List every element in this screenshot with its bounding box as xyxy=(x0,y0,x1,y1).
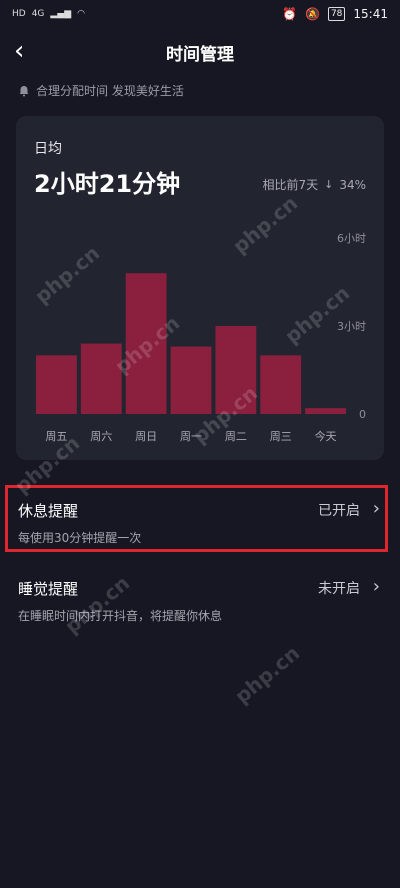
network-badge: 4G xyxy=(31,9,45,19)
x-tick-label: 今天 xyxy=(315,429,337,443)
wifi-icon: ◠ xyxy=(77,9,86,19)
avg-value: 2小时21分钟 xyxy=(34,170,181,198)
compare-label: 相比前7天 xyxy=(262,178,319,192)
bell-icon xyxy=(19,85,29,96)
y-tick-label: 3小时 xyxy=(337,320,366,333)
chart-bar xyxy=(170,346,212,414)
signal-info: HD 4G ▂▄▆ ◠ xyxy=(12,9,85,19)
chevron-right-icon: › xyxy=(372,498,380,519)
nav-bar: ‹ 时间管理 xyxy=(0,32,400,72)
chart-bar xyxy=(36,355,77,414)
x-tick-label: 周日 xyxy=(135,430,157,443)
hd-badge: HD xyxy=(12,9,26,19)
chevron-left-icon[interactable]: ‹ xyxy=(14,36,24,66)
sleep-reminder-status: 未开启 xyxy=(318,581,360,597)
watermark: php.cn xyxy=(230,640,305,709)
clock: 15:41 xyxy=(353,7,388,21)
page-title: 时间管理 xyxy=(166,44,234,65)
signal-icon: ▂▄▆ xyxy=(50,9,72,19)
x-tick-label: 周六 xyxy=(90,430,112,443)
status-right: ⏰ 🔕 78 15:41 xyxy=(282,7,388,21)
y-tick-label: 6小时 xyxy=(337,232,366,245)
rest-reminder-subtitle: 每使用30分钟提醒一次 xyxy=(18,531,142,545)
mute-icon: 🔕 xyxy=(305,7,320,21)
tip-text: 合理分配时间 发现美好生活 xyxy=(36,84,184,98)
status-bar: HD 4G ▂▄▆ ◠ ⏰ 🔕 78 15:41 xyxy=(0,0,400,28)
compare-info: 相比前7天 ↓ 34% xyxy=(262,176,366,193)
battery-indicator: 78 xyxy=(327,7,346,21)
x-tick-label: 周二 xyxy=(225,430,247,443)
y-tick-label: 0 xyxy=(359,408,366,421)
chevron-right-icon: › xyxy=(372,576,380,597)
x-tick-label: 周三 xyxy=(270,430,292,443)
compare-value: 34% xyxy=(339,177,366,192)
arrow-down-icon: ↓ xyxy=(324,178,334,191)
chart-bar xyxy=(260,355,302,414)
chart-bar xyxy=(305,408,346,414)
alarm-icon: ⏰ xyxy=(282,7,297,21)
rest-reminder-row[interactable]: 休息提醒 每使用30分钟提醒一次 已开启 › xyxy=(18,498,382,546)
avg-label: 日均 xyxy=(34,141,62,157)
rest-reminder-status: 已开启 xyxy=(318,503,360,519)
tip-line: 合理分配时间 发现美好生活 xyxy=(18,82,184,99)
